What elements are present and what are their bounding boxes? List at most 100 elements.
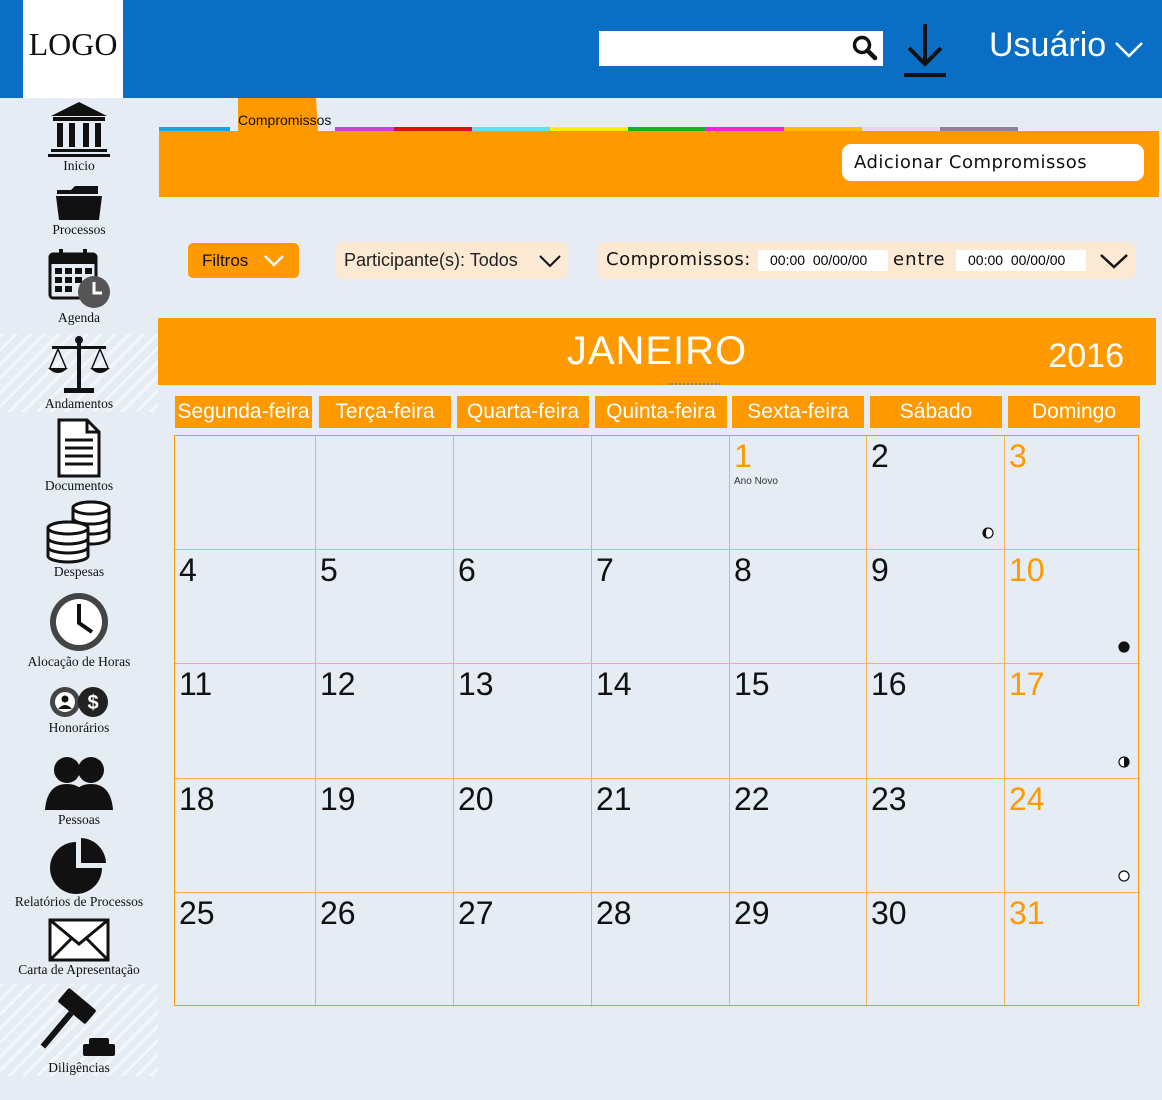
- calendar-day-cell[interactable]: 4: [175, 550, 316, 664]
- moon-phase-icon: [1118, 870, 1130, 882]
- month-header: JANEIRO 2016: [158, 318, 1156, 385]
- sidebar-item-carta-de-apresentacao[interactable]: Carta de Apresentação: [0, 918, 158, 978]
- tab-compromissos-label: Compromissos: [238, 112, 332, 128]
- calendar-day-cell[interactable]: 5: [316, 550, 454, 664]
- sidebar-item-label: Andamentos: [44, 396, 114, 411]
- participants-select[interactable]: Participante(s): Todos: [336, 242, 568, 279]
- weekday-header: Sábado: [870, 396, 1002, 428]
- participants-value: Participante(s): Todos: [344, 250, 518, 270]
- day-number: 16: [871, 666, 907, 702]
- calendar-day-cell[interactable]: 15: [730, 664, 867, 779]
- day-number: 6: [458, 552, 476, 588]
- calendar-clock-icon: [48, 249, 110, 308]
- calendar-day-cell[interactable]: 9: [867, 550, 1005, 664]
- sidebar-item-andamentos[interactable]: Andamentos: [0, 334, 158, 412]
- envelope-icon: [48, 918, 110, 962]
- calendar-day-cell[interactable]: [454, 436, 592, 550]
- calendar-day-cell[interactable]: 22: [730, 779, 867, 893]
- search-icon[interactable]: [851, 34, 879, 62]
- calendar-day-cell[interactable]: 6: [454, 550, 592, 664]
- calendar-day-cell[interactable]: 19: [316, 779, 454, 893]
- chevron-down-icon[interactable]: [1099, 253, 1129, 269]
- holiday-note: Ano Novo: [734, 476, 778, 487]
- calendar-day-cell[interactable]: 21: [592, 779, 730, 893]
- filters-label: Filtros: [202, 251, 249, 270]
- sidebar-item-alocacao-de-horas[interactable]: Alocação de Horas: [0, 590, 158, 670]
- calendar-day-cell[interactable]: 10: [1005, 550, 1140, 664]
- calendar-day-cell[interactable]: 12: [316, 664, 454, 779]
- calendar-day-cell[interactable]: 30: [867, 893, 1005, 1007]
- download-icon[interactable]: [902, 22, 948, 80]
- year-label: 2016: [1048, 337, 1124, 375]
- day-number: 3: [1009, 438, 1027, 474]
- sidebar-item-processos[interactable]: Processos: [0, 182, 158, 238]
- calendar-day-cell[interactable]: 3: [1005, 436, 1140, 550]
- sidebar-item-label: Pessoas: [57, 812, 100, 827]
- calendar-day-cell[interactable]: 29: [730, 893, 867, 1007]
- weekday-header: Quarta-feira: [457, 396, 589, 428]
- calendar-day-cell[interactable]: 28: [592, 893, 730, 1007]
- from-datetime-input[interactable]: [758, 250, 888, 271]
- sidebar-item-inicio[interactable]: Inicio: [0, 100, 158, 174]
- to-datetime-input[interactable]: [956, 250, 1086, 271]
- moon-phase-icon: [1118, 641, 1130, 653]
- sidebar-item-agenda[interactable]: Agenda: [0, 248, 158, 326]
- calendar-day-cell[interactable]: 31: [1005, 893, 1140, 1007]
- add-commitment-button[interactable]: Adicionar Compromissos: [842, 144, 1144, 181]
- sidebar-item-honorarios[interactable]: $ Honorários: [0, 684, 158, 736]
- sidebar-item-diligencias[interactable]: Diligências: [0, 984, 158, 1076]
- chevron-down-icon: [264, 255, 284, 267]
- search-box[interactable]: [599, 31, 883, 66]
- day-number: 7: [596, 552, 614, 588]
- sidebar-item-label: Diligências: [48, 1060, 110, 1075]
- chevron-down-icon: [1115, 41, 1144, 58]
- calendar-day-cell[interactable]: 26: [316, 893, 454, 1007]
- day-number: 19: [320, 781, 356, 817]
- calendar-day-cell[interactable]: 13: [454, 664, 592, 779]
- top-bar: LOGO Usuário: [0, 0, 1162, 98]
- filters-button[interactable]: Filtros: [188, 243, 299, 278]
- day-number: 8: [734, 552, 752, 588]
- calendar-day-cell[interactable]: 17: [1005, 664, 1140, 779]
- day-number: 31: [1009, 895, 1045, 931]
- day-number: 15: [734, 666, 770, 702]
- sidebar-item-pessoas[interactable]: Pessoas: [0, 754, 158, 828]
- sidebar: Inicio Processos Agenda Andamentos Docum…: [0, 98, 158, 1100]
- day-number: 28: [596, 895, 632, 931]
- calendar-day-cell[interactable]: 7: [592, 550, 730, 664]
- weekday-header: Domingo: [1008, 396, 1140, 428]
- calendar-day-cell[interactable]: 20: [454, 779, 592, 893]
- calendar-day-cell[interactable]: 2: [867, 436, 1005, 550]
- sidebar-item-relatorios-de-processos[interactable]: Relatórios de Processos: [0, 836, 158, 910]
- gavel-icon: [40, 988, 115, 1056]
- calendar-day-cell[interactable]: [175, 436, 316, 550]
- commitments-range: Compromissos: entre: [598, 242, 1135, 279]
- calendar-day-cell[interactable]: 16: [867, 664, 1005, 779]
- day-number: 13: [458, 666, 494, 702]
- day-number: 18: [179, 781, 215, 817]
- calendar-day-cell[interactable]: [592, 436, 730, 550]
- user-menu[interactable]: Usuário: [989, 26, 1144, 65]
- weekday-header: Quinta-feira: [595, 396, 727, 428]
- day-number: 29: [734, 895, 770, 931]
- calendar-day-cell[interactable]: 27: [454, 893, 592, 1007]
- calendar-day-cell[interactable]: [316, 436, 454, 550]
- calendar-day-cell[interactable]: 24: [1005, 779, 1140, 893]
- day-number: 10: [1009, 552, 1045, 588]
- calendar-day-cell[interactable]: 8: [730, 550, 867, 664]
- calendar-day-cell[interactable]: 25: [175, 893, 316, 1007]
- calendar-day-cell[interactable]: 18: [175, 779, 316, 893]
- day-number: 5: [320, 552, 338, 588]
- moon-phase-icon: [982, 527, 994, 539]
- sidebar-item-documentos[interactable]: Documentos: [0, 418, 158, 494]
- user-label: Usuário: [989, 26, 1107, 64]
- clock-icon: [50, 593, 108, 651]
- sidebar-item-despesas[interactable]: Despesas: [0, 500, 158, 580]
- calendar-day-cell[interactable]: 11: [175, 664, 316, 779]
- resize-handle[interactable]: [668, 383, 720, 385]
- calendar-day-cell[interactable]: 14: [592, 664, 730, 779]
- sidebar-item-label: Despesas: [53, 564, 105, 579]
- calendar-day-cell[interactable]: 23: [867, 779, 1005, 893]
- calendar-day-cell[interactable]: 1 Ano Novo: [730, 436, 867, 550]
- search-input[interactable]: [599, 31, 855, 64]
